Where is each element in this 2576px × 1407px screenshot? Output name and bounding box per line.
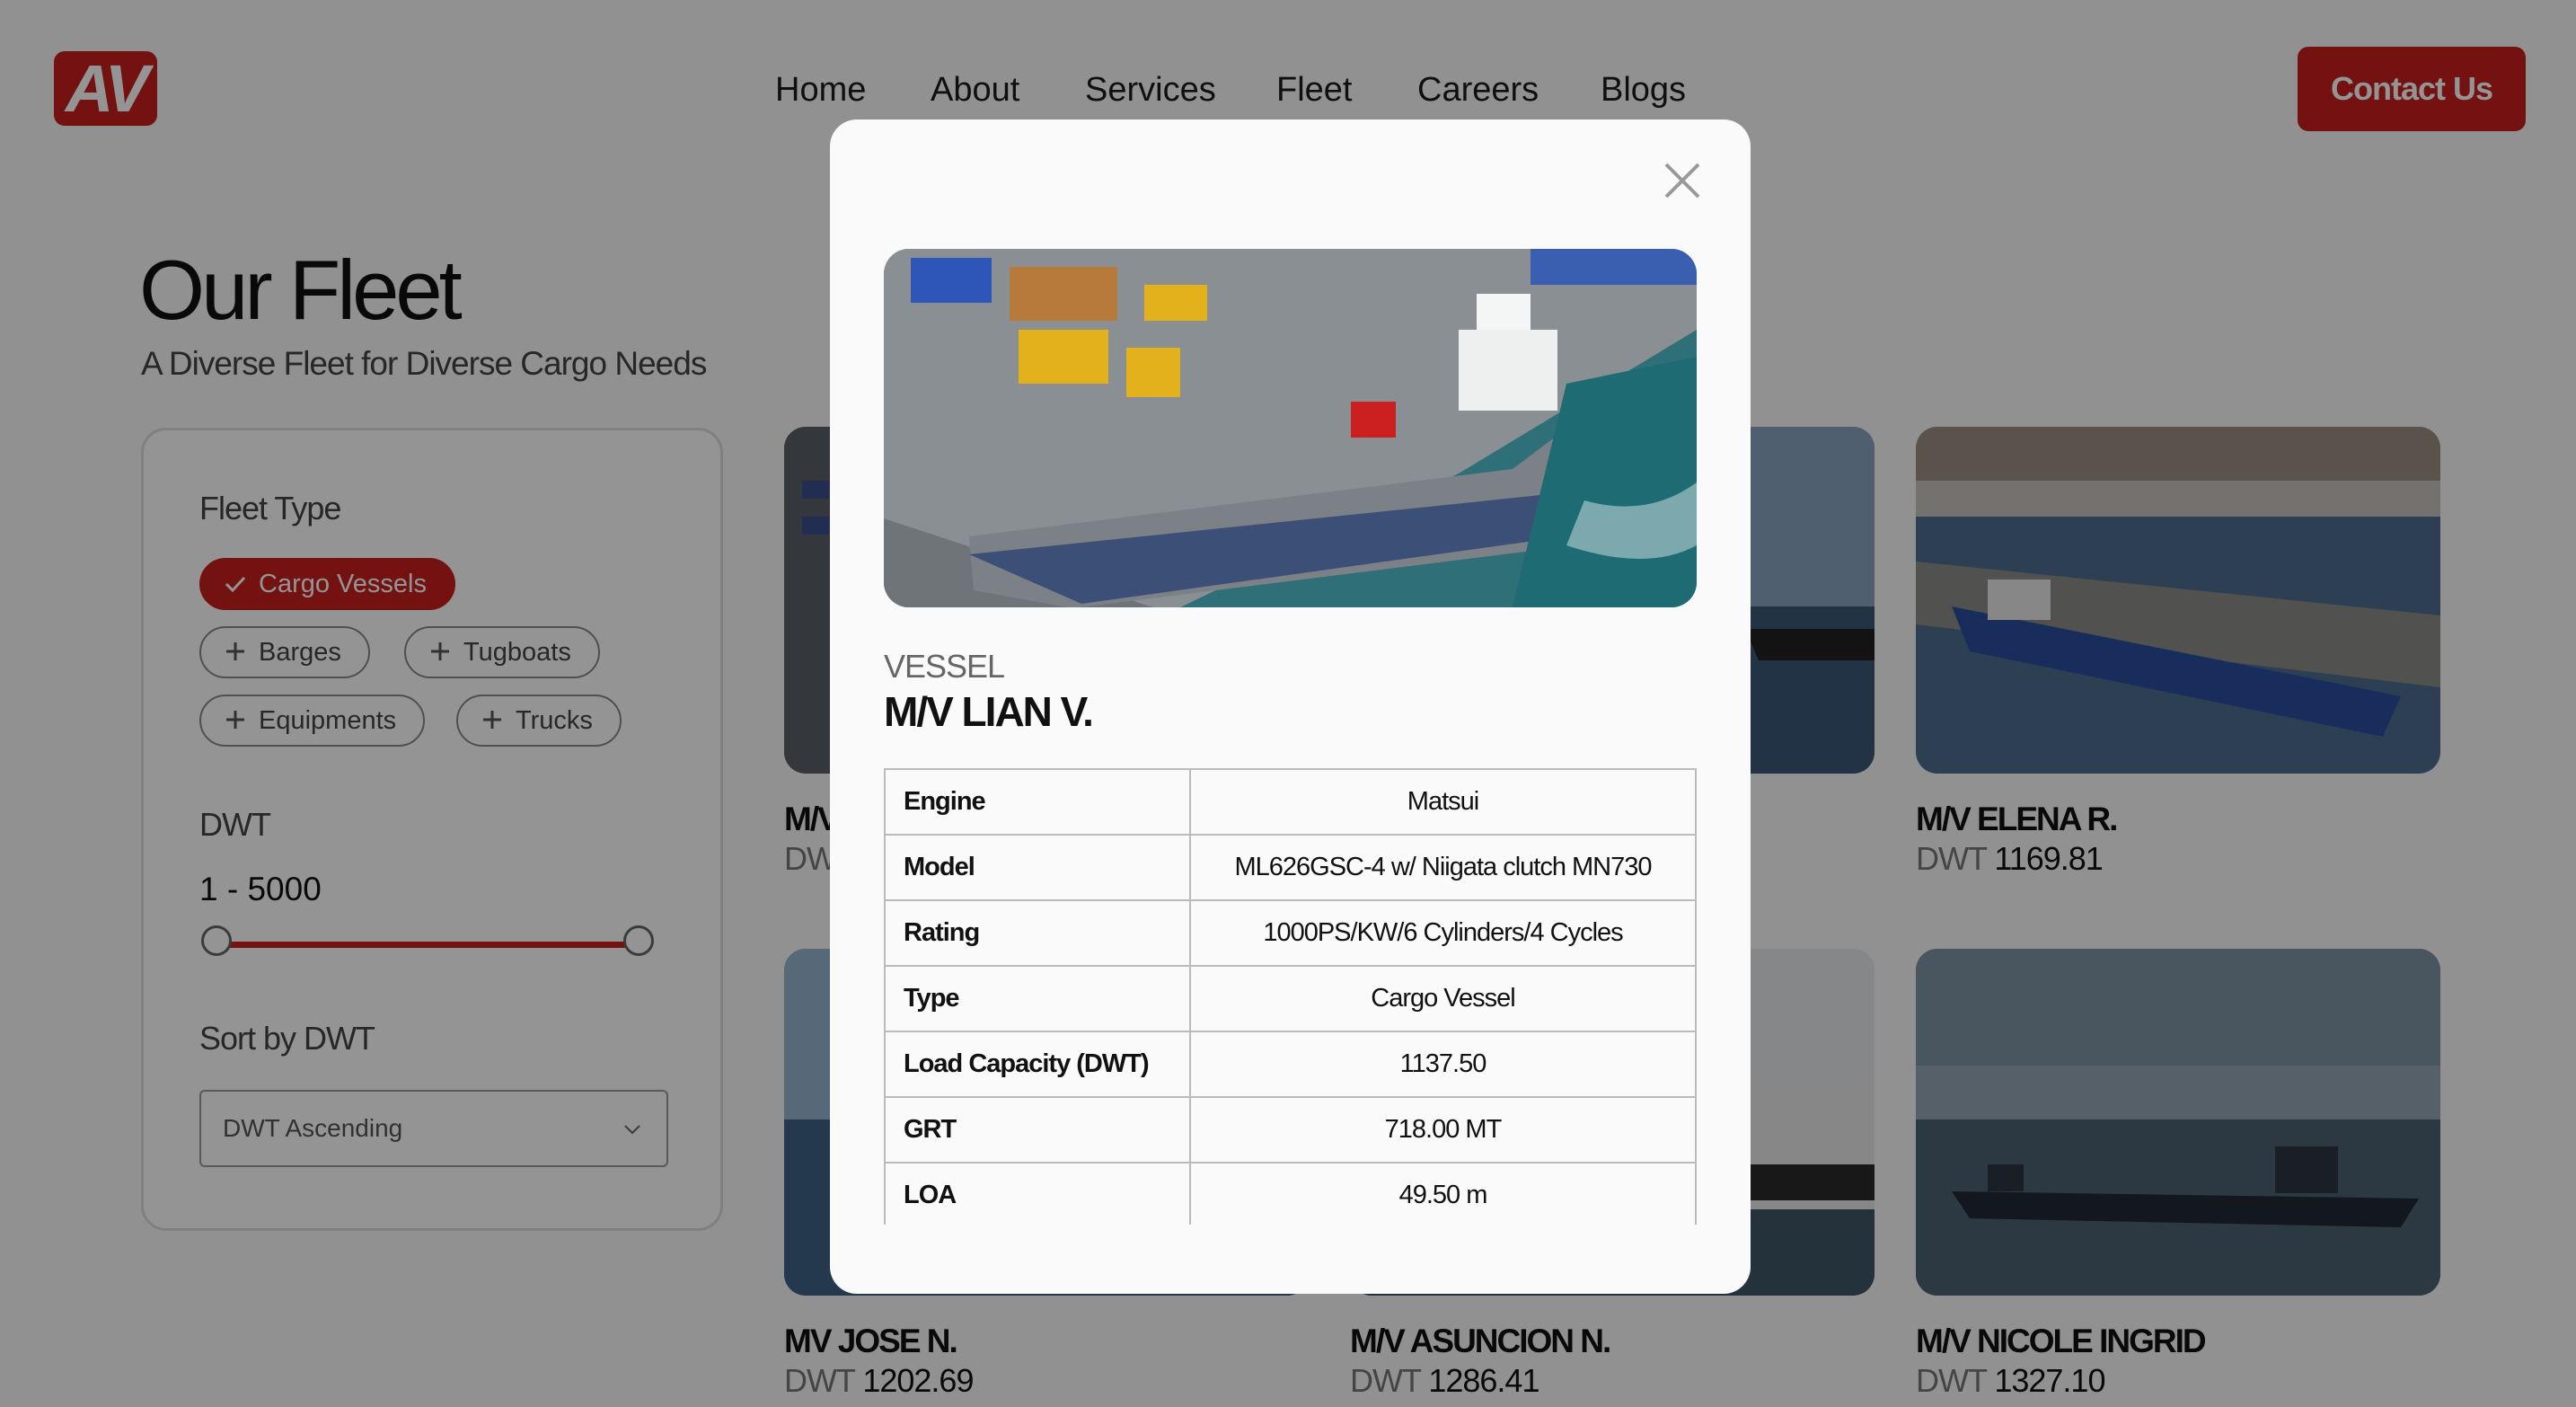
spec-key: Type (884, 965, 1191, 1032)
table-row: LOA 49.50 m (884, 1162, 1697, 1225)
spec-value: Matsui (1189, 768, 1697, 836)
vessel-detail-modal: VESSEL M/V LIAN V. Engine Matsui Model M… (830, 119, 1751, 1294)
spec-key: Rating (884, 899, 1191, 967)
spec-value: 718.00 MT (1189, 1096, 1697, 1164)
specs-table: Engine Matsui Model ML626GSC-4 w/ Niigat… (884, 768, 1697, 1225)
spec-value: 1000PS/KW/6 Cylinders/4 Cycles (1189, 899, 1697, 967)
modal-vessel-name: M/V LIAN V. (884, 688, 1094, 735)
spec-key: Load Capacity (DWT) (884, 1031, 1191, 1098)
spec-value: 1137.50 (1189, 1031, 1697, 1098)
vessel-photo (884, 249, 1697, 607)
table-row: Load Capacity (DWT) 1137.50 (884, 1031, 1697, 1098)
specs-scroll-area[interactable]: Engine Matsui Model ML626GSC-4 w/ Niigat… (884, 768, 1697, 1225)
table-row: Rating 1000PS/KW/6 Cylinders/4 Cycles (884, 899, 1697, 967)
spec-value: Cargo Vessel (1189, 965, 1697, 1032)
modal-kind-label: VESSEL (884, 648, 1005, 685)
spec-key: Engine (884, 768, 1191, 836)
spec-key: LOA (884, 1162, 1191, 1225)
spec-value: ML626GSC-4 w/ Niigata clutch MN730 (1189, 834, 1697, 901)
spec-key: Model (884, 834, 1191, 901)
table-row: Engine Matsui (884, 768, 1697, 836)
spec-key: GRT (884, 1096, 1191, 1164)
spec-value: 49.50 m (1189, 1162, 1697, 1225)
table-row: Model ML626GSC-4 w/ Niigata clutch MN730 (884, 834, 1697, 901)
close-icon[interactable] (1661, 159, 1704, 202)
table-row: GRT 718.00 MT (884, 1096, 1697, 1164)
table-row: Type Cargo Vessel (884, 965, 1697, 1032)
